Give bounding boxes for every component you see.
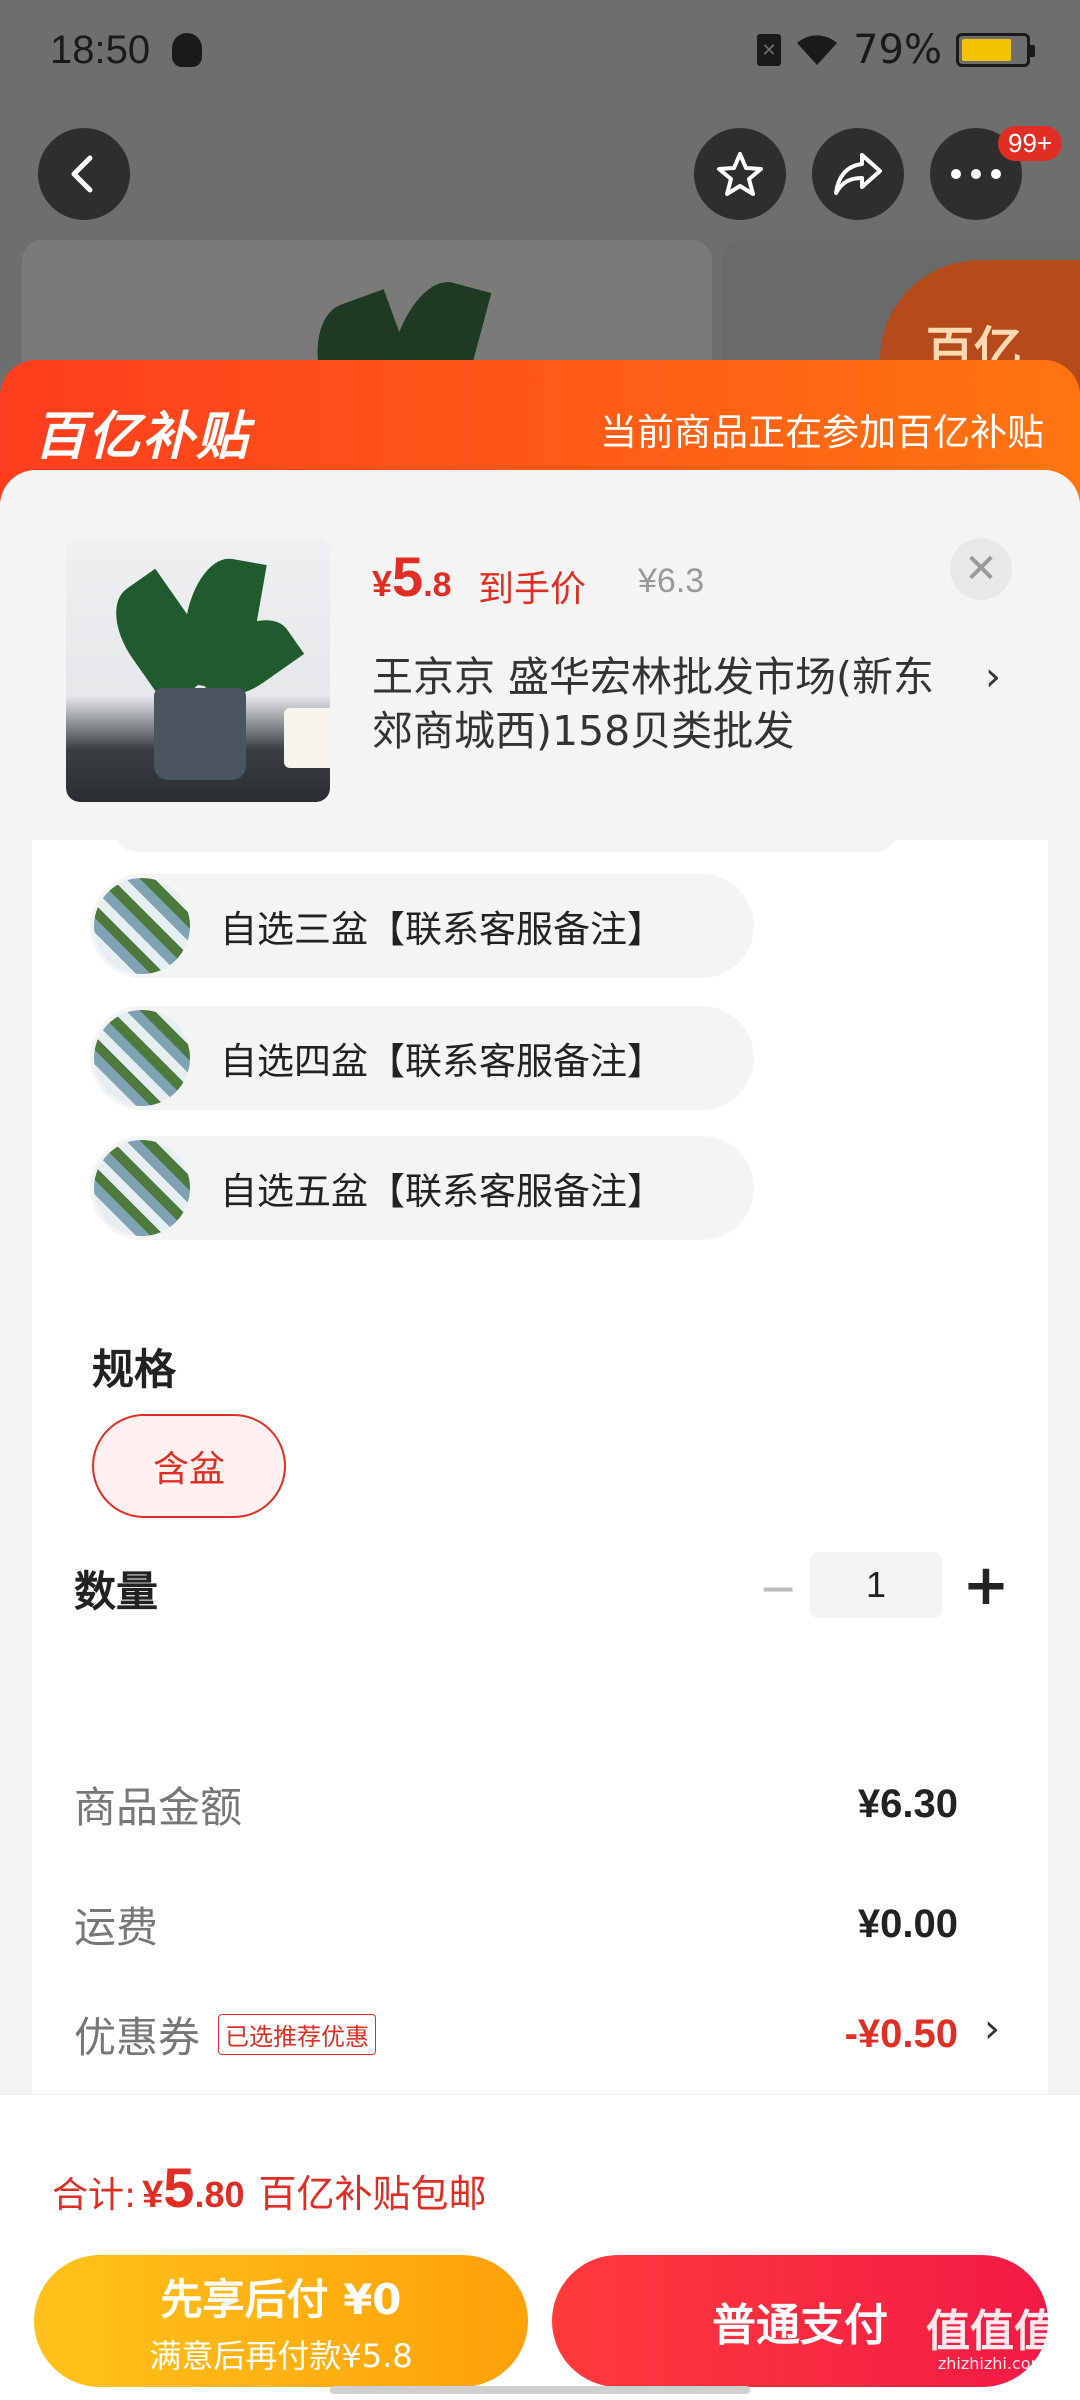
battery-icon [956,33,1035,67]
coupon-row[interactable]: 优惠券 已选推荐优惠 -¥0.50 [74,2004,958,2065]
pay-later-title: 先享后付 ¥0 [160,2274,402,2324]
shipping-row: 运费 ¥0.00 [74,1894,958,1955]
share-button[interactable] [812,128,904,220]
qq-penguin-icon [172,33,203,67]
pay-later-button[interactable]: 先享后付 ¥0 满意后再付款¥5.8 [34,2255,528,2387]
goods-amount-row: 商品金额 ¥6.30 [74,1774,958,1835]
variant-thumbnail [94,1140,190,1236]
sim-icon: ✕ [757,34,782,66]
shop-name[interactable]: 王京京 盛华宏林批发市场(新东郊商城西)158贝类批发 [372,650,972,758]
chevron-right-icon[interactable]: › [984,2006,1000,2052]
variant-option[interactable]: 自选三盆【联系客服备注】 [90,874,754,978]
shipping-label: 运费 [74,1903,159,1952]
status-time: 18:50 [50,27,151,72]
chevron-left-icon [71,155,93,193]
watermark-logo: 值值值 zhizhizhi.com [926,2306,1058,2374]
total-note: 百亿补贴包邮 [258,2172,487,2216]
variant-option[interactable]: 自选四盆【联系客服备注】 [90,1006,754,1110]
final-price: ¥5.8 [372,545,452,608]
subsidy-note: 当前商品正在参加百亿补贴 [600,411,1044,454]
pay-later-subtitle: 满意后再付款¥5.8 [149,2336,413,2375]
quantity-increase-button[interactable]: + [954,1552,1018,1618]
spec-option-selected[interactable]: 含盆 [92,1414,286,1518]
checkout-bar: 合计: ¥5.80 百亿补贴包邮 先享后付 ¥0 满意后再付款¥5.8 普通支付 [0,2094,1080,2400]
quantity-decrease-button[interactable]: − [748,1558,808,1618]
variant-label: 自选五盆【联系客服备注】 [220,1170,664,1213]
goods-amount-label: 商品金额 [74,1783,243,1832]
status-bar: 18:50 ✕ 79% [0,0,1080,100]
variant-option[interactable]: 自选五盆【联系客服备注】 [90,1136,754,1240]
back-button[interactable] [38,128,130,220]
original-price: ¥6.3 [638,562,705,600]
battery-percent: 79% [853,27,942,73]
variant-thumbnail [94,878,190,974]
coupon-label: 优惠券 [74,2013,201,2062]
quantity-input[interactable]: 1 [810,1552,942,1618]
quantity-title: 数量 [74,1567,159,1616]
close-button[interactable]: ✕ [950,538,1012,600]
variant-label: 自选四盆【联系客服备注】 [220,1040,664,1083]
star-icon [717,152,763,196]
wifi-icon [797,35,838,65]
subsidy-brand-logo: 百亿补贴 [34,407,251,467]
spec-title: 规格 [92,1345,177,1394]
product-thumbnail[interactable] [66,538,330,802]
goods-amount-value: ¥6.30 [857,1782,958,1826]
chevron-right-icon[interactable]: › [985,654,1001,700]
order-total: 合计: ¥5.80 百亿补贴包邮 [52,2156,487,2219]
more-dots-icon [951,169,1001,179]
share-arrow-icon [834,153,882,195]
favorite-button[interactable] [694,128,786,220]
shipping-value: ¥0.00 [857,1902,958,1946]
coupon-tag: 已选推荐优惠 [218,2014,377,2055]
variant-thumbnail [94,1010,190,1106]
home-indicator[interactable] [330,2386,750,2394]
final-price-label: 到手价 [478,569,587,610]
variant-label: 自选三盆【联系客服备注】 [220,908,664,951]
coupon-value: -¥0.50 [844,2012,958,2056]
notification-badge: 99+ [998,126,1063,161]
variant-option-partial[interactable] [112,840,900,852]
product-summary: ¥5.8 到手价 ¥6.3 ✕ 王京京 盛华宏林批发市场(新东郊商城西)158贝… [0,470,1080,840]
